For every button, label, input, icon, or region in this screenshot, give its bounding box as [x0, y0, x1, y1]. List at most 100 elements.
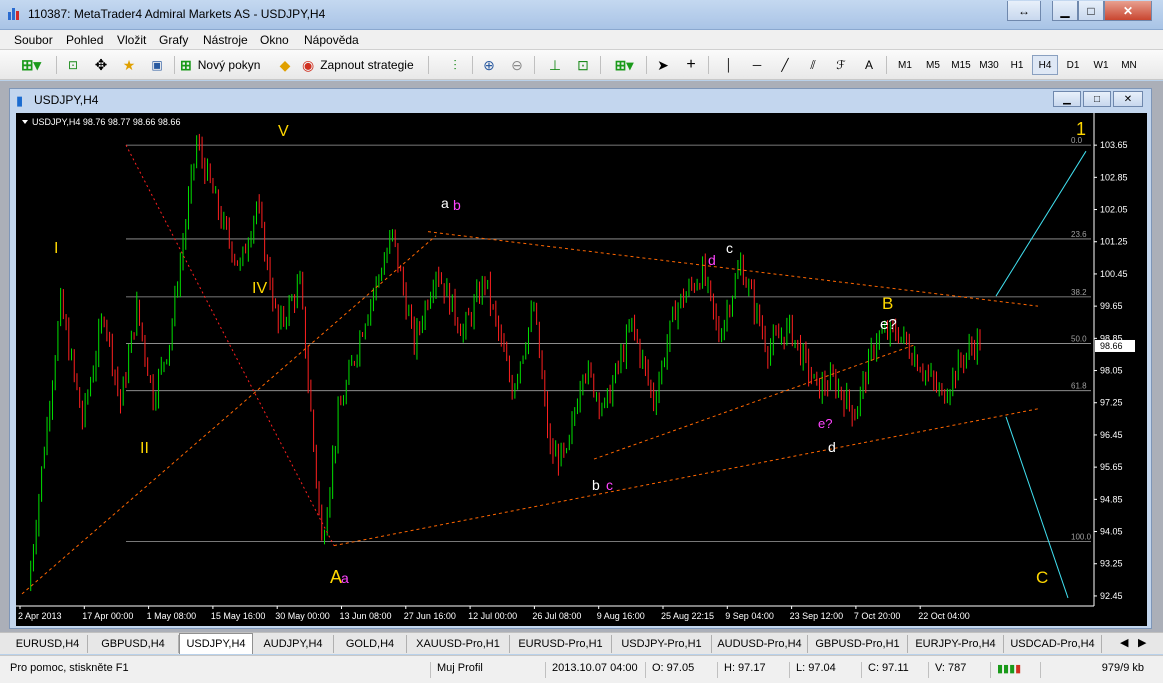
chart-canvas[interactable]: 0.023.638.250.061.8100.0 103.65102.85102… — [16, 113, 1147, 626]
cursor-arrow-icon: ➤ — [657, 56, 669, 73]
menu-napoveda[interactable]: Nápověda — [304, 33, 359, 47]
zoom-in-button[interactable]: ⊕ — [478, 54, 500, 76]
chart-tab[interactable]: USDJPY,H4 — [179, 633, 253, 654]
bar-chart-button[interactable]: ⫶ — [444, 54, 466, 76]
wave-label: V — [278, 123, 289, 140]
fibonacci-button[interactable]: ℱ — [830, 54, 852, 76]
timeframe-w1[interactable]: W1 — [1088, 55, 1114, 75]
time-tick-label: 7 Oct 20:00 — [854, 611, 901, 621]
metatrader-app-icon — [8, 8, 19, 20]
chart-close-button[interactable]: ✕ — [1113, 91, 1143, 107]
status-open: O: 97.05 — [645, 662, 717, 678]
menu-nastroje[interactable]: Nástroje — [203, 33, 248, 47]
price-tick-label: 94.05 — [1100, 527, 1123, 537]
tab-scroll-left-icon[interactable]: ◀ — [1120, 636, 1128, 649]
chart-shift-button[interactable]: ⊥ — [544, 54, 566, 76]
price-tick-label: 94.85 — [1100, 494, 1123, 504]
terminal-window-icon: ▣ — [151, 58, 163, 72]
wave-label: e? — [818, 416, 832, 431]
trendline-icon: ╱ — [781, 58, 789, 72]
horizontal-line-button[interactable]: ─ — [746, 54, 768, 76]
trendline-button[interactable]: ╱ — [774, 54, 796, 76]
timeframe-m1[interactable]: M1 — [892, 55, 918, 75]
market-watch-icon: ⊡ — [67, 58, 79, 72]
chart-maximize-button[interactable]: □ — [1083, 91, 1111, 107]
chart-window-title: USDJPY,H4 — [34, 93, 99, 107]
new-chart-button[interactable]: ⊞▾ — [14, 54, 48, 76]
autotrading-label: Zapnout strategie — [320, 58, 414, 72]
autoscroll-icon: ⊡ — [577, 56, 589, 73]
minimize-button[interactable]: ▁ — [1052, 1, 1078, 21]
chart-tab[interactable]: AUDJPY,H4 — [253, 635, 334, 653]
vertical-line-button[interactable]: │ — [718, 54, 740, 76]
time-tick-label: 15 May 16:00 — [211, 611, 266, 621]
vertical-line-icon: │ — [725, 58, 733, 72]
favorites-button[interactable]: ★ — [118, 54, 140, 76]
menu-vlozit[interactable]: Vložit — [117, 33, 146, 47]
menu-grafy[interactable]: Grafy — [159, 33, 188, 47]
price-chart[interactable]: 0.0 23.6 38.2 50.0 61.8 100.0 103.65 102.85 102… — [16, 113, 1147, 626]
chart-tab[interactable]: USDCAD-Pro,H4 — [1004, 635, 1102, 653]
wave-label: d — [828, 439, 836, 455]
triangle-upper-line — [427, 231, 1039, 307]
timeframe-h4[interactable]: H4 — [1032, 55, 1058, 75]
menu-okno[interactable]: Okno — [260, 33, 289, 47]
time-tick-label: 27 Jun 16:00 — [404, 611, 456, 621]
chart-tab[interactable]: AUDUSD-Pro,H4 — [712, 635, 808, 653]
price-tick-label: 96.45 — [1100, 430, 1123, 440]
wave-label: c — [606, 477, 613, 493]
channel-button[interactable]: ⫽ — [802, 54, 824, 76]
alert-button[interactable]: ◆ — [274, 54, 296, 76]
tab-scroll-right-icon[interactable]: ▶ — [1138, 636, 1146, 649]
chart-window-icon: ▮ — [16, 93, 24, 108]
fib-level-label: 61.8 — [1071, 382, 1087, 391]
status-bar: Pro pomoc, stiskněte F1 Muj Profil 2013.… — [0, 655, 1163, 683]
channel-icon: ⫽ — [810, 57, 816, 72]
terminal-button[interactable]: ▣ — [146, 54, 168, 76]
chart-tab[interactable]: GBPUSD,H4 — [88, 635, 179, 653]
autoscroll-button[interactable]: ⊡ — [572, 54, 594, 76]
wave-label: C — [1036, 568, 1048, 587]
text-tool-label: A — [864, 58, 873, 72]
zoom-out-button[interactable]: ⊖ — [506, 54, 528, 76]
timeframe-h1[interactable]: H1 — [1004, 55, 1030, 75]
text-tool-button[interactable]: A — [858, 54, 880, 76]
chart-tab[interactable]: USDJPY-Pro,H1 — [612, 635, 712, 653]
close-button[interactable]: ✕ — [1104, 1, 1152, 21]
triangle-lower-line — [333, 408, 1039, 547]
status-close: C: 97.11 — [861, 662, 928, 678]
chart-tab[interactable]: GOLD,H4 — [334, 635, 407, 653]
maximize-button[interactable]: □ — [1078, 1, 1104, 21]
fib-level-label: 50.0 — [1071, 335, 1087, 344]
timeframe-m15[interactable]: M15 — [948, 55, 974, 75]
chart-tab[interactable]: GBPUSD-Pro,H1 — [808, 635, 908, 653]
price-tick-label: 93.25 — [1100, 559, 1123, 569]
timeframe-m5[interactable]: M5 — [920, 55, 946, 75]
cursor-tool-button[interactable]: ➤ — [652, 54, 674, 76]
menu-pohled[interactable]: Pohled — [66, 33, 103, 47]
crosshair-tool-button[interactable]: + — [680, 54, 702, 76]
autotrading-button[interactable]: ◉ Zapnout strategie — [302, 54, 414, 76]
menu-soubor[interactable]: Soubor — [14, 33, 53, 47]
chart-tab[interactable]: XAUUSD-Pro,H1 — [407, 635, 510, 653]
projection-line-up — [995, 150, 1087, 297]
status-profile: Muj Profil — [430, 662, 545, 678]
navigator-icon: ✥ — [94, 57, 108, 74]
market-watch-button[interactable]: ⊡ — [62, 54, 84, 76]
chart-tab[interactable]: EURUSD,H4 — [8, 635, 88, 653]
navigator-button[interactable]: ✥ — [90, 54, 112, 76]
chart-window[interactable]: ▮ USDJPY,H4 ▁ □ ✕ 0.0 23.6 38.2 50.0 61.8 100… — [9, 88, 1152, 629]
indicators-button[interactable]: ⊞▾ — [608, 54, 640, 76]
time-tick-label: 30 May 00:00 — [275, 611, 330, 621]
timeframe-mn[interactable]: MN — [1116, 55, 1142, 75]
restore-arrows-button[interactable]: ↔ — [1007, 1, 1041, 21]
chart-tab[interactable]: EURUSD-Pro,H1 — [510, 635, 612, 653]
chart-minimize-button[interactable]: ▁ — [1053, 91, 1081, 107]
new-order-button[interactable]: ⊞ Nový pokyn — [180, 54, 260, 76]
timeframe-d1[interactable]: D1 — [1060, 55, 1086, 75]
chart-tab[interactable]: EURJPY-Pro,H4 — [908, 635, 1004, 653]
timeframe-m30[interactable]: M30 — [976, 55, 1002, 75]
status-datetime: 2013.10.07 04:00 — [545, 662, 645, 678]
close-icon: ✕ — [1123, 93, 1133, 105]
time-tick-label: 2 Apr 2013 — [18, 611, 62, 621]
